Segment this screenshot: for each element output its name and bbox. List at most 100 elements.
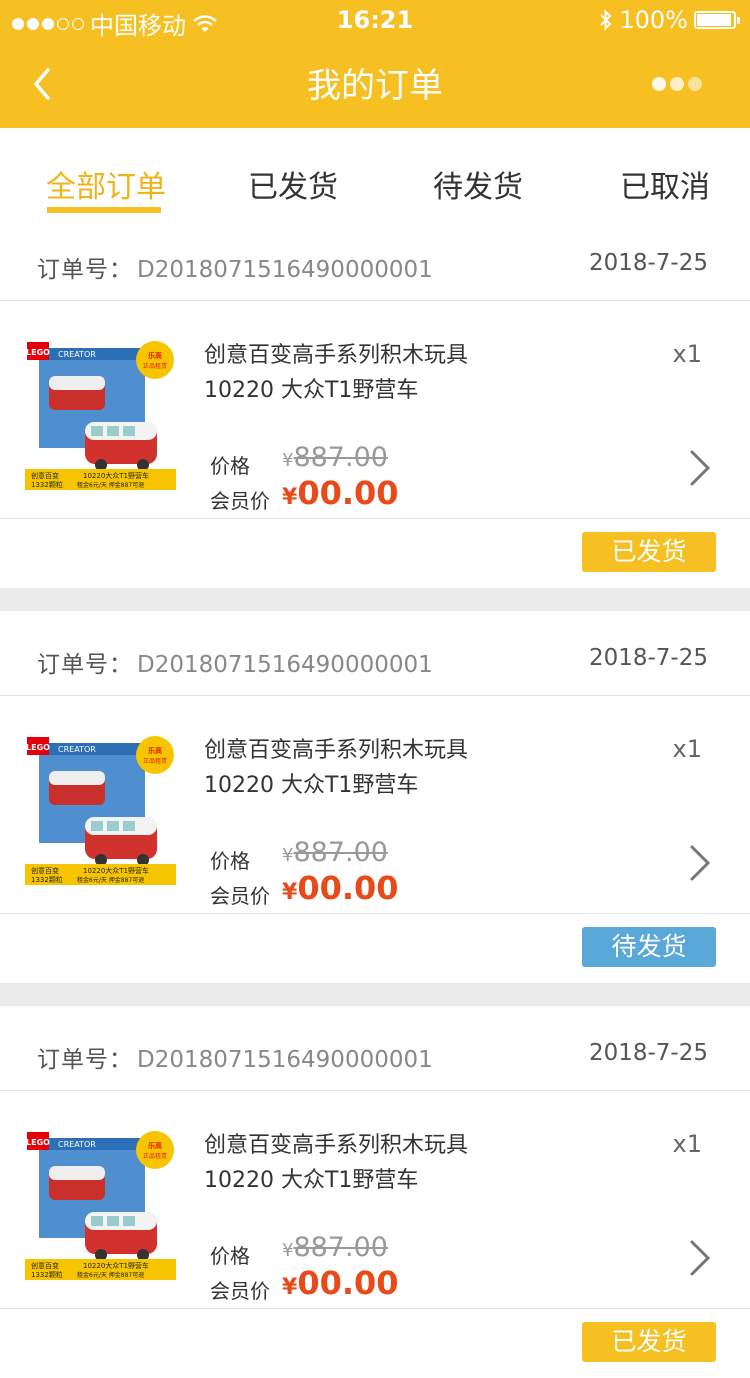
order-filter-tabs: 全部订单 已发货 待发货 已取消	[0, 128, 750, 218]
product-name-line2: 10220 大众T1野营车	[204, 378, 419, 403]
badge-line1: 乐高	[148, 746, 162, 755]
chevron-right-icon[interactable]	[688, 843, 712, 883]
chevron-right-icon[interactable]	[688, 1238, 712, 1278]
bluetooth-icon	[600, 9, 612, 31]
member-price-label: 会员价	[210, 884, 270, 908]
battery-icon	[694, 11, 740, 29]
badge-line2: 正品租赁	[143, 757, 167, 765]
banner-left1: 创意百变	[31, 1261, 59, 1270]
order-header: 订单号： D2018071516490000001 2018-7-25	[0, 611, 750, 696]
product-row[interactable]: LEGO CREATOR 乐高 正品租赁 创意百变 1332颗粒 10220大众…	[0, 1090, 750, 1309]
system-indicators: 100%	[599, 6, 740, 34]
member-price: ¥00.00	[282, 474, 399, 512]
original-price: ¥887.00	[282, 837, 388, 868]
order-status-badge[interactable]: 已发货	[582, 532, 716, 572]
status-bar: 中国移动 16:21 100%	[0, 0, 750, 40]
lego-logo-text: LEGO	[26, 1138, 50, 1147]
page-title: 我的订单	[307, 66, 443, 106]
member-price-value: 00.00	[297, 474, 399, 512]
tab-cancelled[interactable]: 已取消	[620, 162, 710, 206]
product-image: LEGO CREATOR 乐高 正品租赁 创意百变 1332颗粒 10220大众…	[25, 1128, 176, 1280]
banner-right2: 租金6元/天 押金887可退	[77, 1271, 144, 1279]
creator-text: CREATOR	[58, 350, 96, 359]
battery-percent: 100%	[619, 6, 688, 34]
chevron-right-icon[interactable]	[688, 448, 712, 488]
banner-left2: 1332颗粒	[31, 480, 63, 489]
order-number-value: D2018071516490000001	[137, 257, 433, 283]
member-price-currency: ¥	[282, 485, 298, 510]
navigation-bar: 我的订单	[0, 40, 750, 128]
order-footer: 待发货	[0, 913, 750, 983]
price-currency: ¥	[282, 845, 294, 866]
order-footer: 已发货	[0, 518, 750, 588]
price-value: 887.00	[293, 837, 388, 868]
price-value: 887.00	[293, 442, 388, 473]
order-number-value: D2018071516490000001	[137, 652, 433, 678]
product-name-line1: 创意百变高手系列积木玩具	[204, 343, 469, 368]
order-footer: 已发货	[0, 1308, 750, 1378]
member-price-currency: ¥	[282, 880, 298, 905]
quantity: x1	[672, 340, 702, 368]
banner-left2: 1332颗粒	[31, 875, 63, 884]
order-card: 订单号： D2018071516490000001 2018-7-25 LEGO …	[0, 611, 750, 983]
order-status-badge[interactable]: 已发货	[582, 1322, 716, 1362]
banner-left1: 创意百变	[31, 471, 59, 480]
product-name-line2: 10220 大众T1野营车	[204, 1168, 419, 1193]
order-number: 订单号： D2018071516490000001	[37, 250, 433, 284]
member-price: ¥00.00	[282, 869, 399, 907]
banner-left1: 创意百变	[31, 866, 59, 875]
badge-line2: 正品租赁	[143, 362, 167, 370]
order-number-label: 订单号：	[37, 257, 133, 283]
original-price: ¥887.00	[282, 442, 388, 473]
price-label: 价格	[210, 849, 250, 873]
product-image: LEGO CREATOR 乐高 正品租赁 创意百变 1332颗粒 10220大众…	[25, 733, 176, 885]
price-label: 价格	[210, 454, 250, 478]
creator-text: CREATOR	[58, 1140, 96, 1149]
member-price-value: 00.00	[297, 869, 399, 907]
order-header: 订单号： D2018071516490000001 2018-7-25	[0, 1006, 750, 1091]
product-row[interactable]: LEGO CREATOR 乐高 正品租赁 创意百变 1332颗粒 10220大众…	[0, 300, 750, 519]
member-price-value: 00.00	[297, 1264, 399, 1302]
order-date: 2018-7-25	[588, 1040, 708, 1066]
more-options-icon[interactable]	[652, 77, 702, 91]
badge-line1: 乐高	[148, 1141, 162, 1150]
order-number: 订单号： D2018071516490000001	[37, 1040, 433, 1074]
product-name-line2: 10220 大众T1野营车	[204, 773, 419, 798]
banner-right1: 10220大众T1野营车	[83, 866, 149, 875]
order-date: 2018-7-25	[588, 645, 708, 671]
member-price-currency: ¥	[282, 1275, 298, 1300]
tab-pending-shipment[interactable]: 待发货	[433, 162, 523, 206]
order-card: 订单号： D2018071516490000001 2018-7-25 LEGO …	[0, 1006, 750, 1378]
member-price-label: 会员价	[210, 1279, 270, 1303]
banner-left2: 1332颗粒	[31, 1270, 63, 1279]
order-number-value: D2018071516490000001	[137, 1047, 433, 1073]
product-name: 创意百变高手系列积木玩具 10220 大众T1野营车	[204, 1128, 468, 1198]
quantity: x1	[672, 1130, 702, 1158]
creator-text: CREATOR	[58, 745, 96, 754]
tab-all-orders[interactable]: 全部订单	[46, 162, 166, 206]
product-name-line1: 创意百变高手系列积木玩具	[204, 738, 469, 763]
order-date: 2018-7-25	[588, 250, 708, 276]
price-currency: ¥	[282, 1240, 294, 1261]
order-number-label: 订单号：	[37, 652, 133, 678]
price-value: 887.00	[293, 1232, 388, 1263]
battery-level-fill	[697, 14, 731, 26]
lego-logo-text: LEGO	[26, 348, 50, 357]
order-number-label: 订单号：	[37, 1047, 133, 1073]
price-label: 价格	[210, 1244, 250, 1268]
product-row[interactable]: LEGO CREATOR 乐高 正品租赁 创意百变 1332颗粒 10220大众…	[0, 695, 750, 914]
order-status-badge[interactable]: 待发货	[582, 927, 716, 967]
lego-logo-text: LEGO	[26, 743, 50, 752]
order-number: 订单号： D2018071516490000001	[37, 645, 433, 679]
badge-line1: 乐高	[148, 351, 162, 360]
quantity: x1	[672, 735, 702, 763]
order-header: 订单号： D2018071516490000001 2018-7-25	[0, 216, 750, 301]
banner-right1: 10220大众T1野营车	[83, 1261, 149, 1270]
tab-shipped[interactable]: 已发货	[248, 162, 338, 206]
original-price: ¥887.00	[282, 1232, 388, 1263]
product-image: LEGO CREATOR 乐高 正品租赁 创意百变 1332颗粒 10220大众…	[25, 338, 176, 490]
badge-line2: 正品租赁	[143, 1152, 167, 1160]
order-card: 订单号： D2018071516490000001 2018-7-25 LEGO …	[0, 216, 750, 588]
product-name-line1: 创意百变高手系列积木玩具	[204, 1133, 469, 1158]
banner-right2: 租金6元/天 押金887可退	[77, 481, 144, 489]
